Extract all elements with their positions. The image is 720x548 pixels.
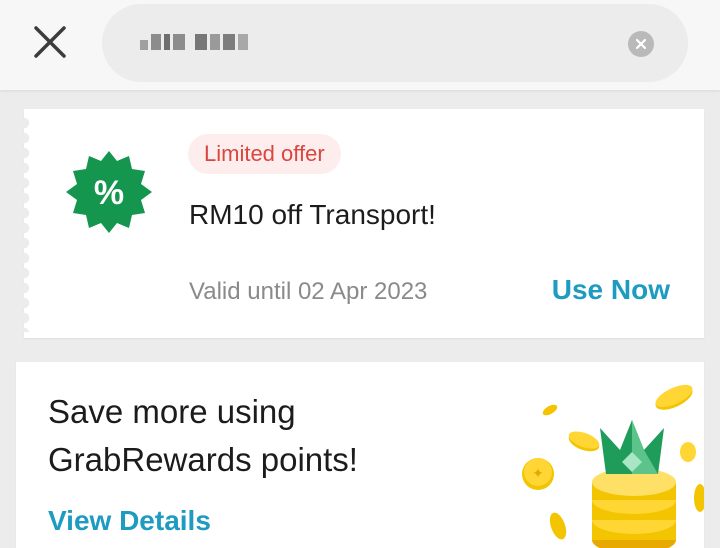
search-input[interactable]: ▪▪▪ ▪▪▪▪ <box>102 4 688 82</box>
ticket-perforation <box>18 117 30 332</box>
offer-card[interactable]: % Limited offer RM10 off Transport! Vali… <box>18 109 704 338</box>
offer-title: RM10 off Transport! <box>189 199 436 230</box>
offer-validity: Valid until 02 Apr 2023 <box>189 278 428 305</box>
svg-text:%: % <box>94 174 124 212</box>
view-details-button[interactable]: View Details <box>48 505 211 537</box>
search-value: ▪▪▪ ▪▪▪▪ <box>138 31 220 55</box>
coins-crown-illustration: ✦ <box>522 384 704 548</box>
rewards-card[interactable]: Save more using GrabRewards points! View… <box>16 362 704 548</box>
percent-badge-icon: % <box>66 151 152 233</box>
close-button[interactable] <box>22 18 78 66</box>
close-icon <box>34 26 66 58</box>
svg-text:✦: ✦ <box>532 466 544 482</box>
limited-offer-tag: Limited offer <box>188 134 341 174</box>
clear-icon <box>635 38 647 50</box>
top-bar: ▪▪▪ ▪▪▪▪ <box>0 0 720 90</box>
clear-search-button[interactable] <box>628 31 654 57</box>
use-now-button[interactable]: Use Now <box>552 274 670 306</box>
rewards-title: Save more using GrabRewards points! <box>48 393 358 478</box>
